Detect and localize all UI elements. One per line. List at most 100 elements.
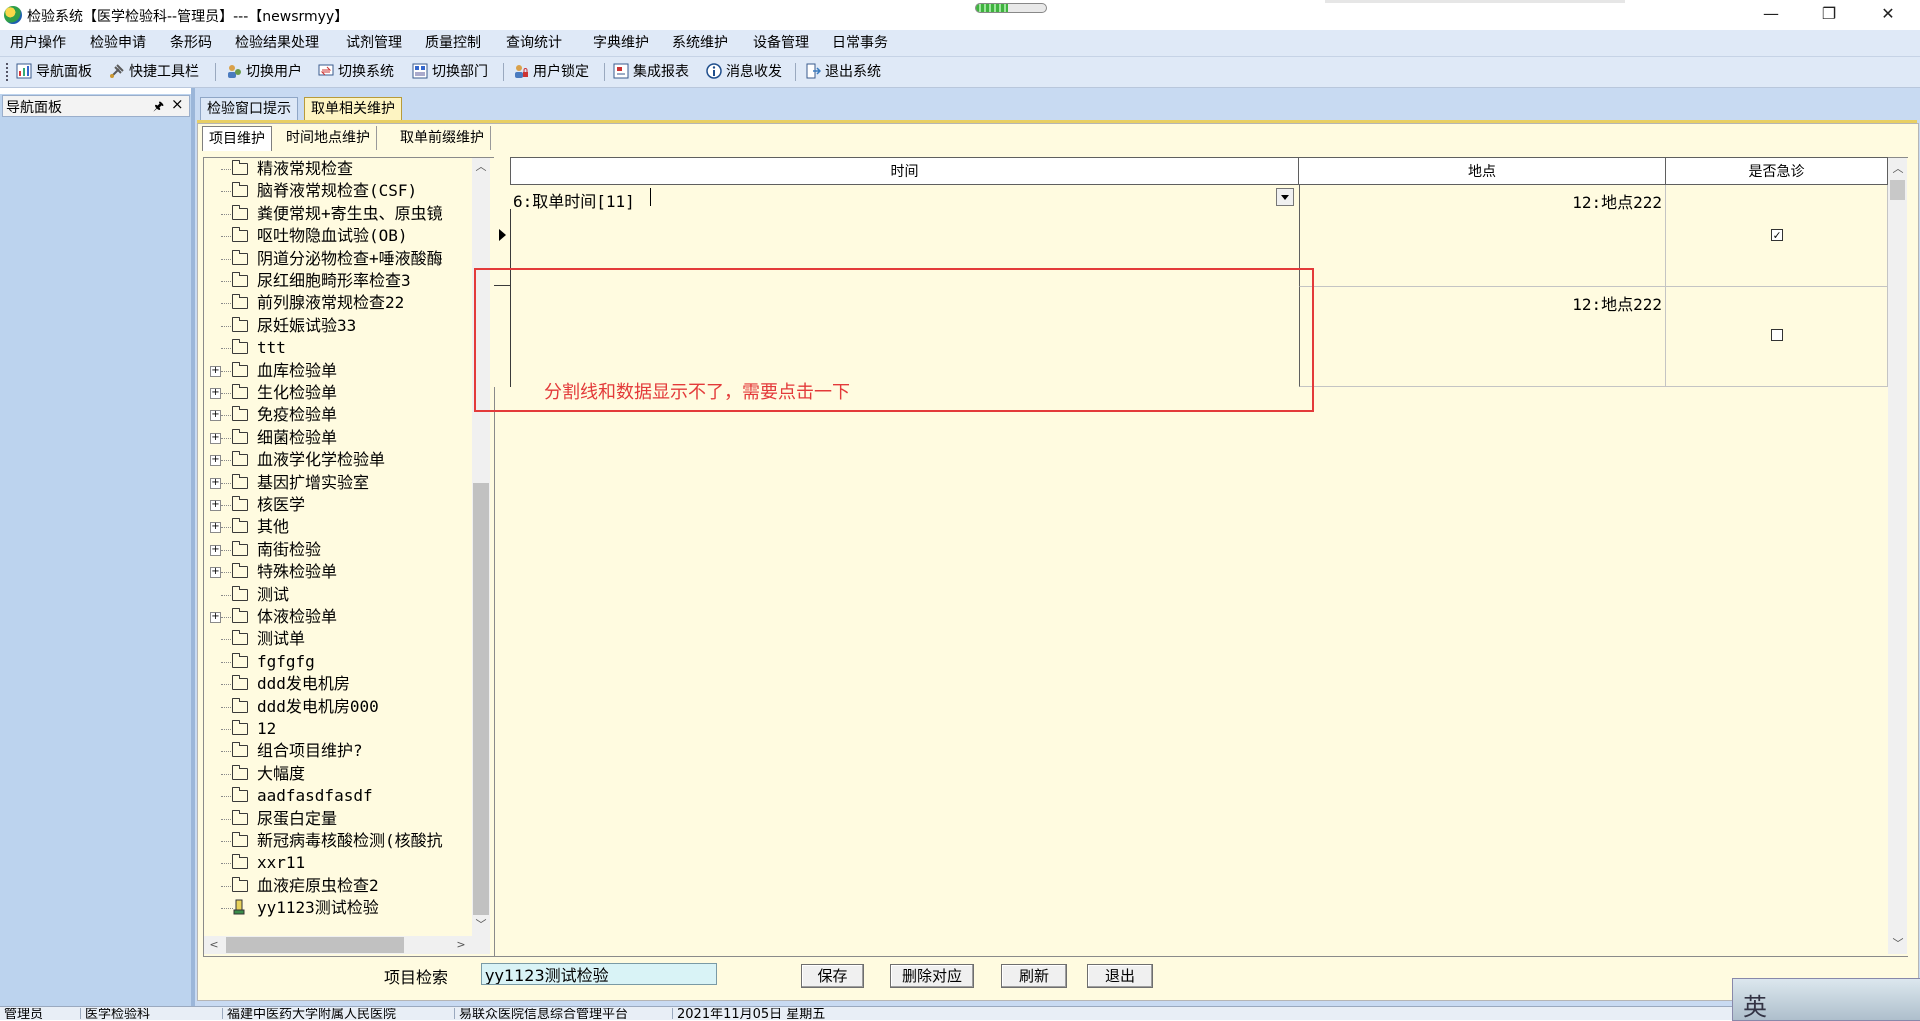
- tree-node[interactable]: 组合项目维护?: [207, 740, 469, 762]
- emergency-checkbox[interactable]: [1771, 329, 1783, 341]
- close-window-button[interactable]: ✕: [1860, 0, 1916, 30]
- tree-node[interactable]: ttt: [207, 337, 469, 359]
- tree-node[interactable]: + 其他: [207, 516, 469, 538]
- toolbar-exit-system[interactable]: 退出系统: [805, 57, 881, 87]
- tab-test-window-hints[interactable]: 检验窗口提示: [200, 97, 298, 120]
- tree-node[interactable]: 呕吐物隐血试验(OB): [207, 225, 469, 247]
- expand-plus-icon[interactable]: +: [210, 388, 221, 399]
- tab-prefix-maintenance[interactable]: 取单前缀维护: [394, 126, 491, 150]
- tab-item-maintenance[interactable]: 项目维护: [202, 126, 272, 151]
- toolbar-switch-user[interactable]: 切换用户: [226, 57, 302, 87]
- menu-daily-affairs[interactable]: 日常事务: [830, 30, 890, 56]
- save-button[interactable]: 保存: [801, 964, 864, 988]
- menu-quality-control[interactable]: 质量控制: [423, 30, 483, 56]
- expand-plus-icon[interactable]: +: [210, 477, 221, 489]
- tree-node[interactable]: 脑脊液常规检查(CSF): [207, 180, 469, 202]
- tree-node[interactable]: + 南街检验: [207, 539, 469, 561]
- tree-node[interactable]: + 体液检验单: [207, 606, 469, 628]
- expand-plus-icon[interactable]: +: [210, 522, 221, 534]
- tree-node[interactable]: yy1123测试检验: [207, 897, 469, 919]
- tree-vertical-scroll-thumb[interactable]: [473, 483, 489, 915]
- expand-plus-icon[interactable]: +: [210, 455, 221, 467]
- column-header-place[interactable]: 地点: [1298, 157, 1666, 185]
- menu-barcode[interactable]: 条形码: [168, 30, 214, 56]
- tree-node[interactable]: 血液疟原虫检查2: [207, 875, 469, 897]
- tree-node[interactable]: 粪便常规+寄生虫、原虫镜: [207, 203, 469, 225]
- tree-node[interactable]: xxr11: [207, 852, 469, 874]
- place-cell[interactable]: 12:地点222: [1299, 185, 1666, 287]
- menu-dictionary-maintenance[interactable]: 字典维护: [591, 30, 651, 56]
- tree-node[interactable]: 大幅度: [207, 763, 469, 785]
- tab-time-location-maintenance[interactable]: 时间地点维护: [280, 126, 377, 150]
- restore-button[interactable]: ❐: [1801, 0, 1857, 30]
- tree-node[interactable]: ddd发电机房: [207, 673, 469, 695]
- scroll-down-arrow-icon[interactable]: ﹀: [1889, 935, 1907, 953]
- grid-vertical-scrollbar[interactable]: [1888, 158, 1907, 954]
- toolbar-switch-system[interactable]: 切换系统: [318, 57, 394, 87]
- tree-node[interactable]: + 免疫检验单: [207, 404, 469, 426]
- scroll-up-arrow-icon[interactable]: ︿: [1889, 160, 1907, 178]
- expand-plus-icon[interactable]: +: [210, 432, 221, 444]
- expand-plus-icon[interactable]: +: [210, 612, 221, 623]
- dropdown-button[interactable]: [1276, 188, 1294, 206]
- expand-plus-icon[interactable]: +: [210, 544, 221, 556]
- item-search-input[interactable]: [481, 963, 717, 985]
- exit-button[interactable]: 退出: [1087, 964, 1153, 988]
- scroll-left-arrow-icon[interactable]: <: [205, 936, 223, 954]
- tree-node[interactable]: + 基因扩增实验室: [207, 472, 469, 494]
- tree-node[interactable]: 尿妊娠试验33: [207, 315, 469, 337]
- toolbar-integrated-report[interactable]: 集成报表: [613, 57, 689, 87]
- tree-node[interactable]: 精液常规检查: [207, 158, 469, 180]
- menu-system-maintenance[interactable]: 系统维护: [670, 30, 730, 56]
- tree-node[interactable]: + 核医学: [207, 494, 469, 516]
- expand-plus-icon[interactable]: +: [210, 365, 221, 377]
- column-header-time[interactable]: 时间: [510, 157, 1299, 185]
- tree-node[interactable]: + 生化检验单: [207, 382, 469, 404]
- tree-node[interactable]: + 血液学化学检验单: [207, 449, 469, 471]
- toolbar-grip[interactable]: [6, 63, 8, 81]
- scroll-right-arrow-icon[interactable]: >: [452, 936, 470, 954]
- toolbar-user-lock[interactable]: 用户锁定: [513, 57, 589, 87]
- tree-node[interactable]: 测试: [207, 584, 469, 606]
- tree-node[interactable]: aadfasdfasdf: [207, 785, 469, 807]
- tree-node[interactable]: 新冠病毒核酸检测(核酸抗: [207, 830, 469, 852]
- tree-node[interactable]: 尿红细胞畸形率检查3: [207, 270, 469, 292]
- menu-user-operations[interactable]: 用户操作: [8, 30, 68, 56]
- pin-icon[interactable]: 🖈: [153, 97, 164, 118]
- tree-node[interactable]: fgfgfg: [207, 651, 469, 673]
- grid-vertical-scroll-thumb[interactable]: [1890, 180, 1905, 200]
- tree-node[interactable]: 前列腺液常规检查22: [207, 292, 469, 314]
- expand-plus-icon[interactable]: +: [210, 410, 221, 422]
- menu-result-processing[interactable]: 检验结果处理: [233, 30, 321, 56]
- toolbar-switch-department[interactable]: 切换部门: [412, 57, 488, 87]
- tree-node[interactable]: + 血库检验单: [207, 360, 469, 382]
- scroll-down-arrow-icon[interactable]: ﹀: [472, 916, 490, 934]
- toolbar-messages[interactable]: 消息收发: [706, 57, 782, 87]
- tree-horizontal-scroll-thumb[interactable]: [226, 937, 404, 953]
- tree-node[interactable]: 测试单: [207, 628, 469, 650]
- delete-mapping-button[interactable]: 删除对应: [890, 964, 974, 988]
- column-header-emergency[interactable]: 是否急诊: [1665, 157, 1888, 185]
- tree-node[interactable]: + 特殊检验单: [207, 561, 469, 583]
- toolbar-quick-tools[interactable]: 快捷工具栏: [109, 57, 199, 87]
- tree-node[interactable]: + 细菌检验单: [207, 427, 469, 449]
- menu-reagent-management[interactable]: 试剂管理: [344, 30, 404, 56]
- place-cell[interactable]: 12:地点222: [1299, 287, 1666, 387]
- scroll-up-arrow-icon[interactable]: ︿: [472, 158, 490, 176]
- refresh-button[interactable]: 刷新: [1001, 964, 1067, 988]
- tab-pickup-maintenance[interactable]: 取单相关维护: [304, 97, 402, 120]
- time-cell-editor[interactable]: 6:取单时间[11]: [510, 185, 1299, 211]
- tree-node[interactable]: 12: [207, 718, 469, 740]
- expand-plus-icon[interactable]: +: [210, 500, 221, 511]
- tree-node[interactable]: 阴道分泌物检查+唾液酸酶: [207, 248, 469, 270]
- menu-device-management[interactable]: 设备管理: [751, 30, 811, 56]
- toolbar-nav-panel[interactable]: 导航面板: [16, 57, 92, 87]
- menu-query-statistics[interactable]: 查询统计: [504, 30, 564, 56]
- tree-node[interactable]: ddd发电机房000: [207, 696, 469, 718]
- nav-panel-close-icon[interactable]: ×: [171, 95, 184, 113]
- emergency-checkbox[interactable]: ✓: [1771, 229, 1783, 241]
- tree-node[interactable]: 尿蛋白定量: [207, 808, 469, 830]
- minimize-button[interactable]: —: [1743, 0, 1799, 30]
- menu-test-request[interactable]: 检验申请: [88, 30, 148, 56]
- expand-plus-icon[interactable]: +: [210, 567, 221, 579]
